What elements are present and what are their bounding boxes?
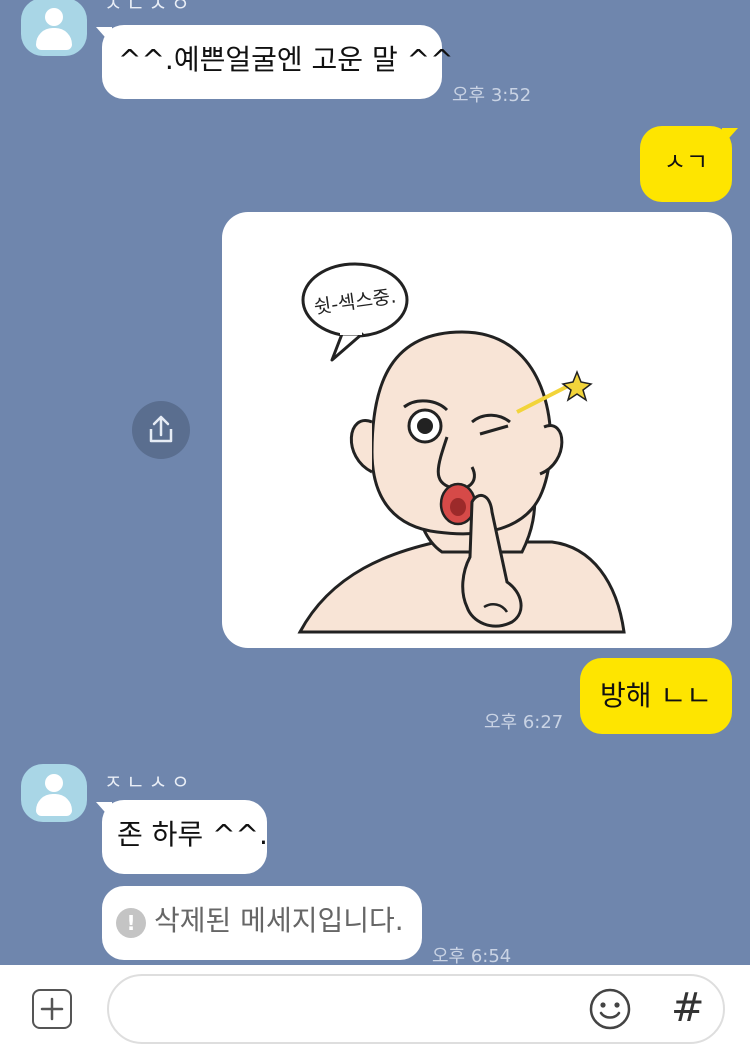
message-text: 존 하루 ^^.: [117, 818, 268, 851]
my-message-bubble[interactable]: 방해 ㄴㄴ: [580, 658, 732, 734]
avatar-head: [45, 8, 63, 26]
deleted-message-text: 삭제된 메세지입니다.: [154, 904, 404, 937]
hashtag-icon[interactable]: #: [671, 985, 705, 1031]
share-button[interactable]: [132, 401, 190, 459]
deleted-message-bubble[interactable]: ! 삭제된 메세지입니다.: [102, 886, 422, 960]
message-text: 방해 ㄴㄴ: [600, 679, 712, 712]
plus-button[interactable]: [32, 989, 72, 1029]
my-message-bubble[interactable]: ㅅㄱ: [640, 126, 732, 202]
avatar-body: [36, 28, 72, 50]
message-time: 오후 6:27: [484, 712, 564, 733]
message-bubble[interactable]: ^^.예쁜얼굴엔 고운 말 ^^: [102, 25, 454, 99]
sender-avatar[interactable]: [21, 764, 87, 822]
winking-bald-man-sticker: 쉿-섹스중.: [297, 262, 626, 634]
avatar-body: [36, 794, 72, 816]
input-bar: #: [0, 965, 750, 1053]
message-text: ㅅㄱ: [663, 148, 709, 176]
message-bubble[interactable]: 존 하루 ^^.: [102, 800, 268, 874]
avatar-head: [45, 774, 63, 792]
message-input[interactable]: [107, 974, 725, 1044]
message-text: ^^.예쁜얼굴엔 고운 말 ^^: [118, 43, 454, 76]
photo-message[interactable]: 쉿-섹스중.: [222, 212, 732, 648]
message-time: 오후 3:52: [452, 85, 532, 106]
share-icon: [149, 415, 173, 443]
sender-avatar[interactable]: [21, 0, 87, 56]
sender-name: ㅈㄴㅅㅇ: [104, 770, 194, 794]
sender-name: ㅈㄴㅅㅇ: [104, 0, 194, 16]
emoji-icon[interactable]: [588, 987, 632, 1031]
plus-icon: [40, 997, 64, 1021]
exclamation-icon: !: [116, 908, 146, 938]
